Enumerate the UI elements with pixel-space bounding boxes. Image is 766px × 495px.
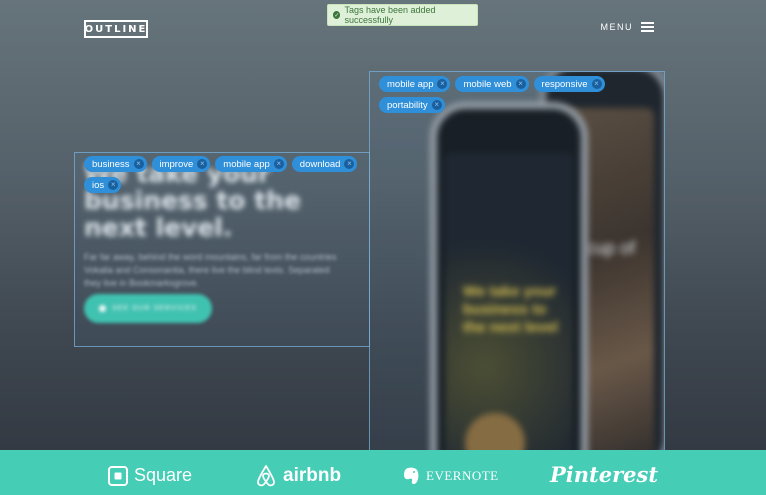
tag[interactable]: business × xyxy=(84,156,147,172)
success-toast: ✓ Tags have been added successfully xyxy=(327,4,478,26)
airbnb-logo-icon xyxy=(257,465,275,487)
remove-tag-icon[interactable]: × xyxy=(431,100,442,110)
logo[interactable]: OUTLINE xyxy=(84,20,148,38)
tag-label: download xyxy=(299,158,341,170)
remove-tag-icon[interactable]: × xyxy=(591,79,602,89)
remove-tag-icon[interactable]: × xyxy=(273,159,284,169)
brand-pinterest-label: Pinterest xyxy=(550,462,659,487)
brand-square: Square xyxy=(108,465,192,486)
remove-tag-icon[interactable]: × xyxy=(133,159,144,169)
brand-square-label: Square xyxy=(134,465,193,485)
tag[interactable]: mobile app × xyxy=(215,156,287,172)
tag-label: improve xyxy=(159,158,194,170)
tag[interactable]: improve × xyxy=(151,156,211,172)
tag[interactable]: ios × xyxy=(84,177,122,193)
tag[interactable]: responsive × xyxy=(533,76,605,92)
brand-evernote-label: EVERNOTE xyxy=(426,468,499,483)
hamburger-icon xyxy=(641,22,654,32)
tag-label: mobile app xyxy=(223,158,270,170)
menu-label: MENU xyxy=(600,22,633,32)
brand-airbnb-label: airbnb xyxy=(283,465,342,486)
tag-label: business xyxy=(92,158,130,170)
remove-tag-icon[interactable]: × xyxy=(197,159,208,169)
remove-tag-icon[interactable]: × xyxy=(344,159,355,169)
tag[interactable]: download × xyxy=(291,156,358,172)
brand-evernote: EVERNOTE xyxy=(402,466,499,486)
selection-region-phones[interactable] xyxy=(369,71,665,451)
brand-airbnb: airbnb xyxy=(255,464,341,488)
tag-label: responsive xyxy=(541,78,588,90)
tag-label: mobile app xyxy=(387,78,434,90)
toast-message: Tags have been added successfully xyxy=(344,5,436,25)
tag-label: ios xyxy=(92,179,105,191)
menu-button[interactable]: MENU xyxy=(600,22,654,32)
check-icon: ✓ xyxy=(333,11,341,19)
tag-group-hero: business × improve × mobile app × download ×… xyxy=(84,156,364,193)
remove-tag-icon[interactable]: × xyxy=(108,180,119,190)
remove-tag-icon[interactable]: × xyxy=(437,79,448,89)
tag-label: mobile web xyxy=(463,78,512,90)
tag[interactable]: mobile app × xyxy=(379,76,451,92)
tag[interactable]: mobile web × xyxy=(455,76,529,92)
tag-label: portability xyxy=(387,99,428,111)
remove-tag-icon[interactable]: × xyxy=(515,79,526,89)
square-logo-icon xyxy=(108,465,128,486)
elephant-logo-icon xyxy=(404,467,419,485)
tag[interactable]: portability × xyxy=(379,97,445,113)
tag-group-phones: mobile app × mobile web × responsive × port… xyxy=(379,76,661,113)
brand-pinterest: Pinterest xyxy=(550,462,658,487)
